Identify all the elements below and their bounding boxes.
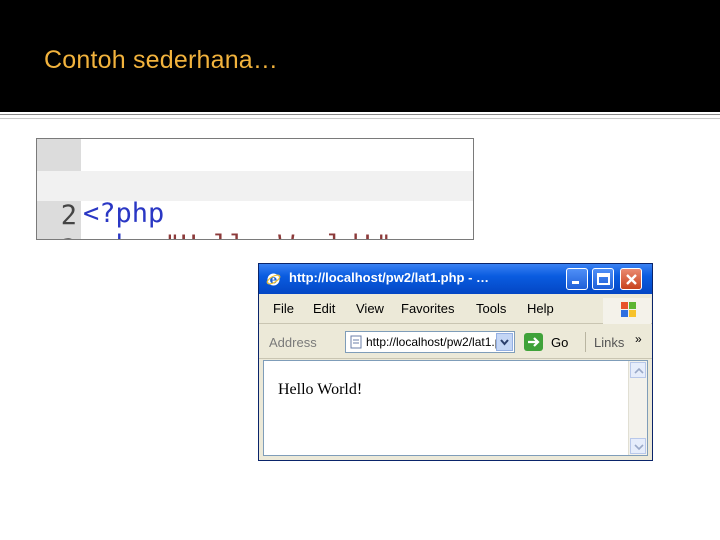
menu-help[interactable]: Help (527, 301, 554, 316)
close-button[interactable] (620, 268, 642, 290)
menu-bar: File Edit View Favorites Tools Help (259, 295, 652, 324)
scroll-up-button[interactable] (630, 362, 646, 378)
code-line: 1 <?php (37, 139, 473, 229)
window-title: http://localhost/pw2/lat1.php - … (289, 270, 490, 285)
maximize-button[interactable] (592, 268, 614, 290)
chevron-down-icon (500, 339, 509, 346)
menu-edit[interactable]: Edit (313, 301, 335, 316)
menu-view[interactable]: View (356, 301, 384, 316)
slide-header: Contoh sederhana… (0, 0, 720, 112)
go-arrow-icon (524, 333, 543, 351)
code-line: 3 ?> (37, 205, 473, 240)
scroll-down-button[interactable] (630, 438, 646, 454)
divider-line-secondary (0, 118, 720, 119)
chevron-down-icon (634, 444, 644, 451)
go-button[interactable]: Go (523, 332, 573, 352)
svg-text:e: e (270, 273, 278, 287)
slide-title: Contoh sederhana… (44, 46, 279, 74)
address-dropdown-button[interactable] (496, 333, 513, 351)
page-text: Hello World! (278, 381, 363, 398)
address-input[interactable] (366, 332, 496, 352)
links-button[interactable]: Links (594, 335, 624, 350)
menu-tools[interactable]: Tools (476, 301, 506, 316)
chevron-right-icon[interactable]: » (635, 332, 642, 346)
address-field[interactable] (345, 331, 515, 353)
address-label: Address (269, 335, 317, 350)
code-line: 2 echo "Hello World!"; (37, 171, 473, 239)
internet-explorer-icon: e (266, 273, 281, 287)
address-bar: Address Go Links » (259, 326, 652, 359)
browser-window: e http://localhost/pw2/lat1.php - … File… (258, 263, 653, 461)
minimize-icon (572, 281, 579, 284)
menu-file[interactable]: File (273, 301, 294, 316)
page-icon (350, 335, 362, 349)
line-number: 3 (37, 235, 77, 240)
maximize-icon (597, 273, 610, 285)
go-label: Go (551, 335, 569, 350)
menu-favorites[interactable]: Favorites (401, 301, 454, 316)
divider-line (0, 114, 720, 115)
window-titlebar[interactable]: e http://localhost/pw2/lat1.php - … (259, 264, 652, 294)
minimize-button[interactable] (566, 268, 588, 290)
page-content: Hello World! (263, 360, 648, 456)
chevron-up-icon (634, 367, 644, 374)
code-snippet: 1 <?php 2 echo "Hello World!"; 3 ?> (36, 138, 474, 240)
vertical-scrollbar[interactable] (628, 361, 647, 455)
toolbar-separator (585, 332, 586, 352)
close-icon (626, 274, 637, 285)
windows-logo-icon (603, 298, 651, 324)
